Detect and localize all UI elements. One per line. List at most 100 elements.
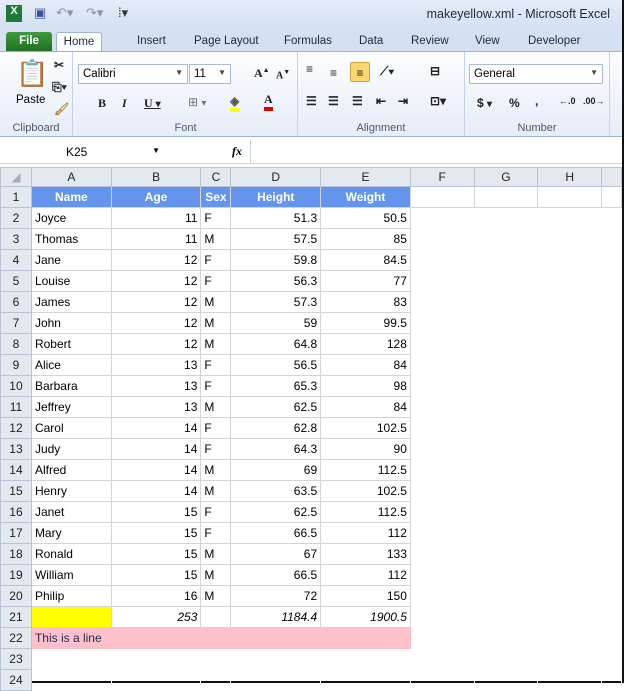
empty-cell[interactable] [409, 249, 475, 271]
row-header[interactable]: 21 [0, 606, 32, 628]
empty-cell[interactable] [473, 249, 539, 271]
increase-indent-icon[interactable]: ⇥ [398, 94, 408, 108]
sex-cell[interactable]: M [200, 228, 232, 250]
row-header[interactable]: 24 [0, 669, 32, 691]
age-cell[interactable]: 16 [110, 585, 202, 607]
empty-cell[interactable] [537, 564, 603, 586]
cut-icon[interactable]: ✂ [54, 58, 64, 72]
empty-cell[interactable] [473, 417, 539, 439]
empty-cell[interactable] [537, 501, 603, 523]
formula-input[interactable] [250, 140, 622, 163]
sex-cell[interactable]: F [200, 522, 232, 544]
empty-cell[interactable] [409, 627, 475, 649]
tab-insert[interactable]: Insert [137, 32, 166, 52]
empty-cell[interactable] [409, 501, 475, 523]
decrease-decimal-icon[interactable]: .00→ [583, 96, 605, 106]
empty-cell[interactable] [601, 291, 622, 313]
age-cell[interactable]: 14 [110, 417, 202, 439]
empty-cell[interactable] [537, 669, 603, 691]
row-header[interactable]: 16 [0, 501, 32, 523]
empty-cell[interactable] [537, 543, 603, 565]
empty-cell[interactable] [601, 270, 622, 292]
age-cell[interactable]: 14 [110, 480, 202, 502]
sex-cell[interactable]: M [200, 585, 232, 607]
age-cell[interactable]: 12 [110, 270, 202, 292]
age-cell[interactable]: 12 [110, 249, 202, 271]
empty-cell[interactable] [537, 228, 603, 250]
weight-cell[interactable]: 50.5 [320, 207, 411, 229]
empty-cell[interactable] [230, 648, 322, 670]
row-header[interactable]: 8 [0, 333, 32, 355]
tab-file[interactable]: File [6, 32, 52, 52]
font-color-icon[interactable]: A [264, 92, 273, 111]
age-cell[interactable]: 15 [110, 522, 202, 544]
empty-cell[interactable] [601, 585, 622, 607]
column-header-e[interactable]: E [320, 167, 411, 187]
height-cell[interactable]: 56.3 [230, 270, 322, 292]
empty-cell[interactable] [601, 543, 622, 565]
fx-icon[interactable]: fx [232, 144, 242, 159]
number-format-select[interactable]: General ▼ [469, 64, 603, 84]
grow-font-icon[interactable]: A▲ [254, 66, 270, 81]
empty-cell[interactable] [601, 438, 622, 460]
weight-cell[interactable]: 84 [320, 354, 411, 376]
empty-cell[interactable] [30, 648, 112, 670]
save-icon[interactable]: ▣ [34, 5, 46, 21]
empty-cell[interactable] [601, 186, 622, 208]
weight-cell[interactable]: 84 [320, 396, 411, 418]
row-header[interactable]: 20 [0, 585, 32, 607]
weight-cell[interactable]: 77 [320, 270, 411, 292]
height-cell[interactable]: 66.5 [230, 522, 322, 544]
comma-icon[interactable]: , [535, 94, 538, 108]
column-header-d[interactable]: D [230, 167, 322, 187]
row-header[interactable]: 11 [0, 396, 32, 418]
sex-cell[interactable]: F [200, 501, 232, 523]
name-cell[interactable]: Thomas [30, 228, 112, 250]
name-cell[interactable]: Ronald [30, 543, 112, 565]
empty-cell[interactable] [601, 312, 622, 334]
empty-cell[interactable] [473, 438, 539, 460]
merge-center-icon[interactable]: ⊡▾ [430, 94, 446, 108]
empty-cell[interactable] [200, 669, 232, 691]
center-icon[interactable]: ☰ [328, 94, 339, 108]
empty-cell[interactable] [601, 396, 622, 418]
empty-cell[interactable] [473, 459, 539, 481]
empty-cell[interactable] [409, 291, 475, 313]
empty-cell[interactable] [110, 648, 202, 670]
empty-cell[interactable] [409, 669, 475, 691]
empty-cell[interactable] [473, 627, 539, 649]
empty-cell[interactable] [409, 480, 475, 502]
yellow-cell[interactable] [30, 606, 112, 628]
empty-cell[interactable] [473, 333, 539, 355]
borders-icon[interactable]: ⊞ ▾ [188, 95, 206, 109]
age-total-cell[interactable]: 253 [110, 606, 202, 628]
name-cell[interactable]: Jeffrey [30, 396, 112, 418]
height-cell[interactable]: 62.8 [230, 417, 322, 439]
row-header[interactable]: 6 [0, 291, 32, 313]
height-cell[interactable]: 69 [230, 459, 322, 481]
weight-cell[interactable]: 112.5 [320, 459, 411, 481]
weight-cell[interactable]: 90 [320, 438, 411, 460]
empty-cell[interactable] [537, 270, 603, 292]
row-header[interactable]: 13 [0, 438, 32, 460]
weight-cell[interactable]: 99.5 [320, 312, 411, 334]
row-header[interactable]: 23 [0, 648, 32, 670]
empty-cell[interactable] [601, 564, 622, 586]
decrease-indent-icon[interactable]: ⇤ [376, 94, 386, 108]
age-cell[interactable]: 13 [110, 375, 202, 397]
empty-cell[interactable] [537, 585, 603, 607]
weight-cell[interactable]: 112 [320, 564, 411, 586]
row-header[interactable]: 12 [0, 417, 32, 439]
empty-cell[interactable] [409, 438, 475, 460]
row-header[interactable]: 22 [0, 627, 32, 649]
height-cell[interactable]: 57.3 [230, 291, 322, 313]
age-cell[interactable]: 15 [110, 543, 202, 565]
percent-icon[interactable]: % [509, 96, 520, 110]
empty-cell[interactable] [537, 438, 603, 460]
copy-icon[interactable]: ⎘▾ [52, 80, 67, 95]
empty-cell[interactable] [473, 585, 539, 607]
empty-cell[interactable] [537, 522, 603, 544]
empty-cell[interactable] [473, 186, 539, 208]
font-size-select[interactable]: 11 ▼ [189, 64, 231, 84]
bottom-align-icon[interactable]: ≡ [350, 62, 370, 82]
